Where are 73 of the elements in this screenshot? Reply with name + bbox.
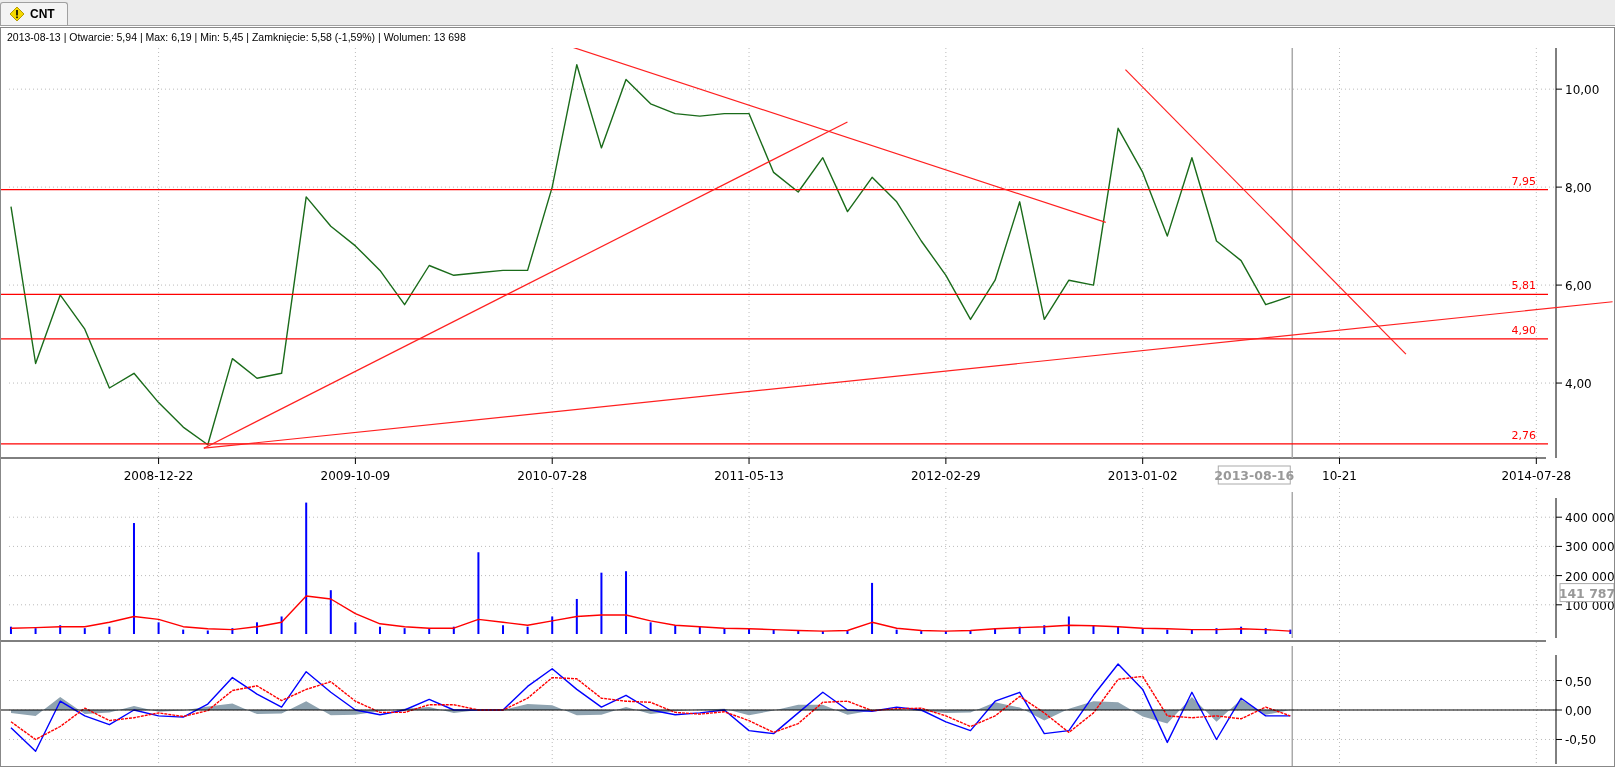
- axis-label: 2009-10-09: [320, 469, 391, 483]
- volume-bar: [797, 630, 800, 634]
- volume-bar: [1190, 629, 1193, 634]
- volume-bar: [649, 622, 652, 634]
- volume-bar: [231, 628, 234, 634]
- volume-bar: [920, 631, 923, 634]
- axis-label: 4,00: [1565, 377, 1592, 392]
- volume-bar: [1264, 628, 1267, 634]
- volume-bar: [846, 630, 849, 634]
- volume-bar: [354, 622, 357, 634]
- volume-bar: [994, 628, 997, 634]
- level-label: 2,76: [1511, 428, 1536, 442]
- volume-bar: [969, 630, 972, 634]
- axis-label: 6,00: [1565, 279, 1592, 294]
- axis-label: 8,00: [1565, 181, 1592, 196]
- axis-label: 10,00: [1565, 83, 1600, 98]
- axis-label: -0,50: [1565, 733, 1597, 748]
- volume-bar: [83, 628, 86, 634]
- axis-label: 300 000: [1565, 540, 1614, 555]
- volume-bar: [1018, 626, 1021, 634]
- volume-bar: [1067, 616, 1070, 634]
- volume-bar: [280, 616, 283, 634]
- warning-icon: [9, 6, 25, 22]
- volume-bar: [1289, 629, 1292, 634]
- volume-bar: [206, 630, 209, 634]
- quote-info: 2013-08-13 | Otwarcie: 5,94 | Max: 6,19 | Min: 5,45 | Zamknięcie: 5,58 (-1,59%) | Wolumen: 13 698: [6, 30, 467, 45]
- volume-bar: [895, 629, 898, 634]
- volume-bar: [1141, 628, 1144, 634]
- volume-bar: [600, 572, 603, 634]
- volume-bar: [748, 628, 751, 634]
- volume-bar: [575, 598, 578, 634]
- volume-bar: [452, 626, 455, 634]
- axis-label: 2008-12-22: [123, 469, 194, 483]
- volume-bar: [944, 631, 947, 634]
- volume-bar: [34, 628, 37, 634]
- volume-bar: [1092, 625, 1095, 634]
- level-label: 4,90: [1511, 323, 1536, 337]
- volume-bar: [1043, 625, 1046, 634]
- level-label: 7,95: [1511, 174, 1536, 188]
- volume-bar: [182, 629, 185, 634]
- cursor-volume-label: 141 787: [1558, 583, 1614, 603]
- volume-bar: [871, 582, 874, 634]
- volume-bar: [698, 626, 701, 634]
- volume-bar: [772, 629, 775, 634]
- axis-label: 2011-05-13: [714, 469, 784, 483]
- axis-label: 10-21: [1322, 469, 1357, 483]
- axis-label: 2013-01-02: [1107, 469, 1178, 483]
- volume-bar: [625, 571, 628, 634]
- axis-label: 0,00: [1565, 704, 1592, 718]
- axis-label: 2012-02-29: [911, 469, 981, 483]
- axis-label: 400 000: [1565, 511, 1614, 526]
- volume-bar: [526, 626, 529, 634]
- volume-bar: [157, 622, 160, 634]
- volume-bar: [9, 626, 12, 634]
- volume-bar: [1166, 629, 1169, 634]
- volume-bar: [723, 628, 726, 634]
- volume-bar: [1215, 628, 1218, 634]
- axis-label: 0,50: [1565, 674, 1592, 689]
- volume-bar: [1240, 626, 1243, 634]
- volume-bar: [108, 626, 111, 634]
- volume-bar: [1117, 626, 1120, 634]
- level-label: 5,81: [1511, 279, 1536, 293]
- axis-label: 2014-07-28: [1501, 469, 1572, 483]
- axis-label: 2010-07-28: [517, 469, 588, 483]
- volume-bar: [674, 625, 677, 634]
- volume-bar: [403, 628, 406, 634]
- volume-bar: [329, 590, 332, 634]
- chart-tab[interactable]: CNT: [0, 2, 68, 25]
- axis-label: 200 000: [1565, 569, 1614, 584]
- volume-bar: [428, 628, 431, 634]
- volume-bar: [59, 625, 62, 634]
- volume-bar: [821, 631, 824, 634]
- volume-bar: [551, 616, 554, 634]
